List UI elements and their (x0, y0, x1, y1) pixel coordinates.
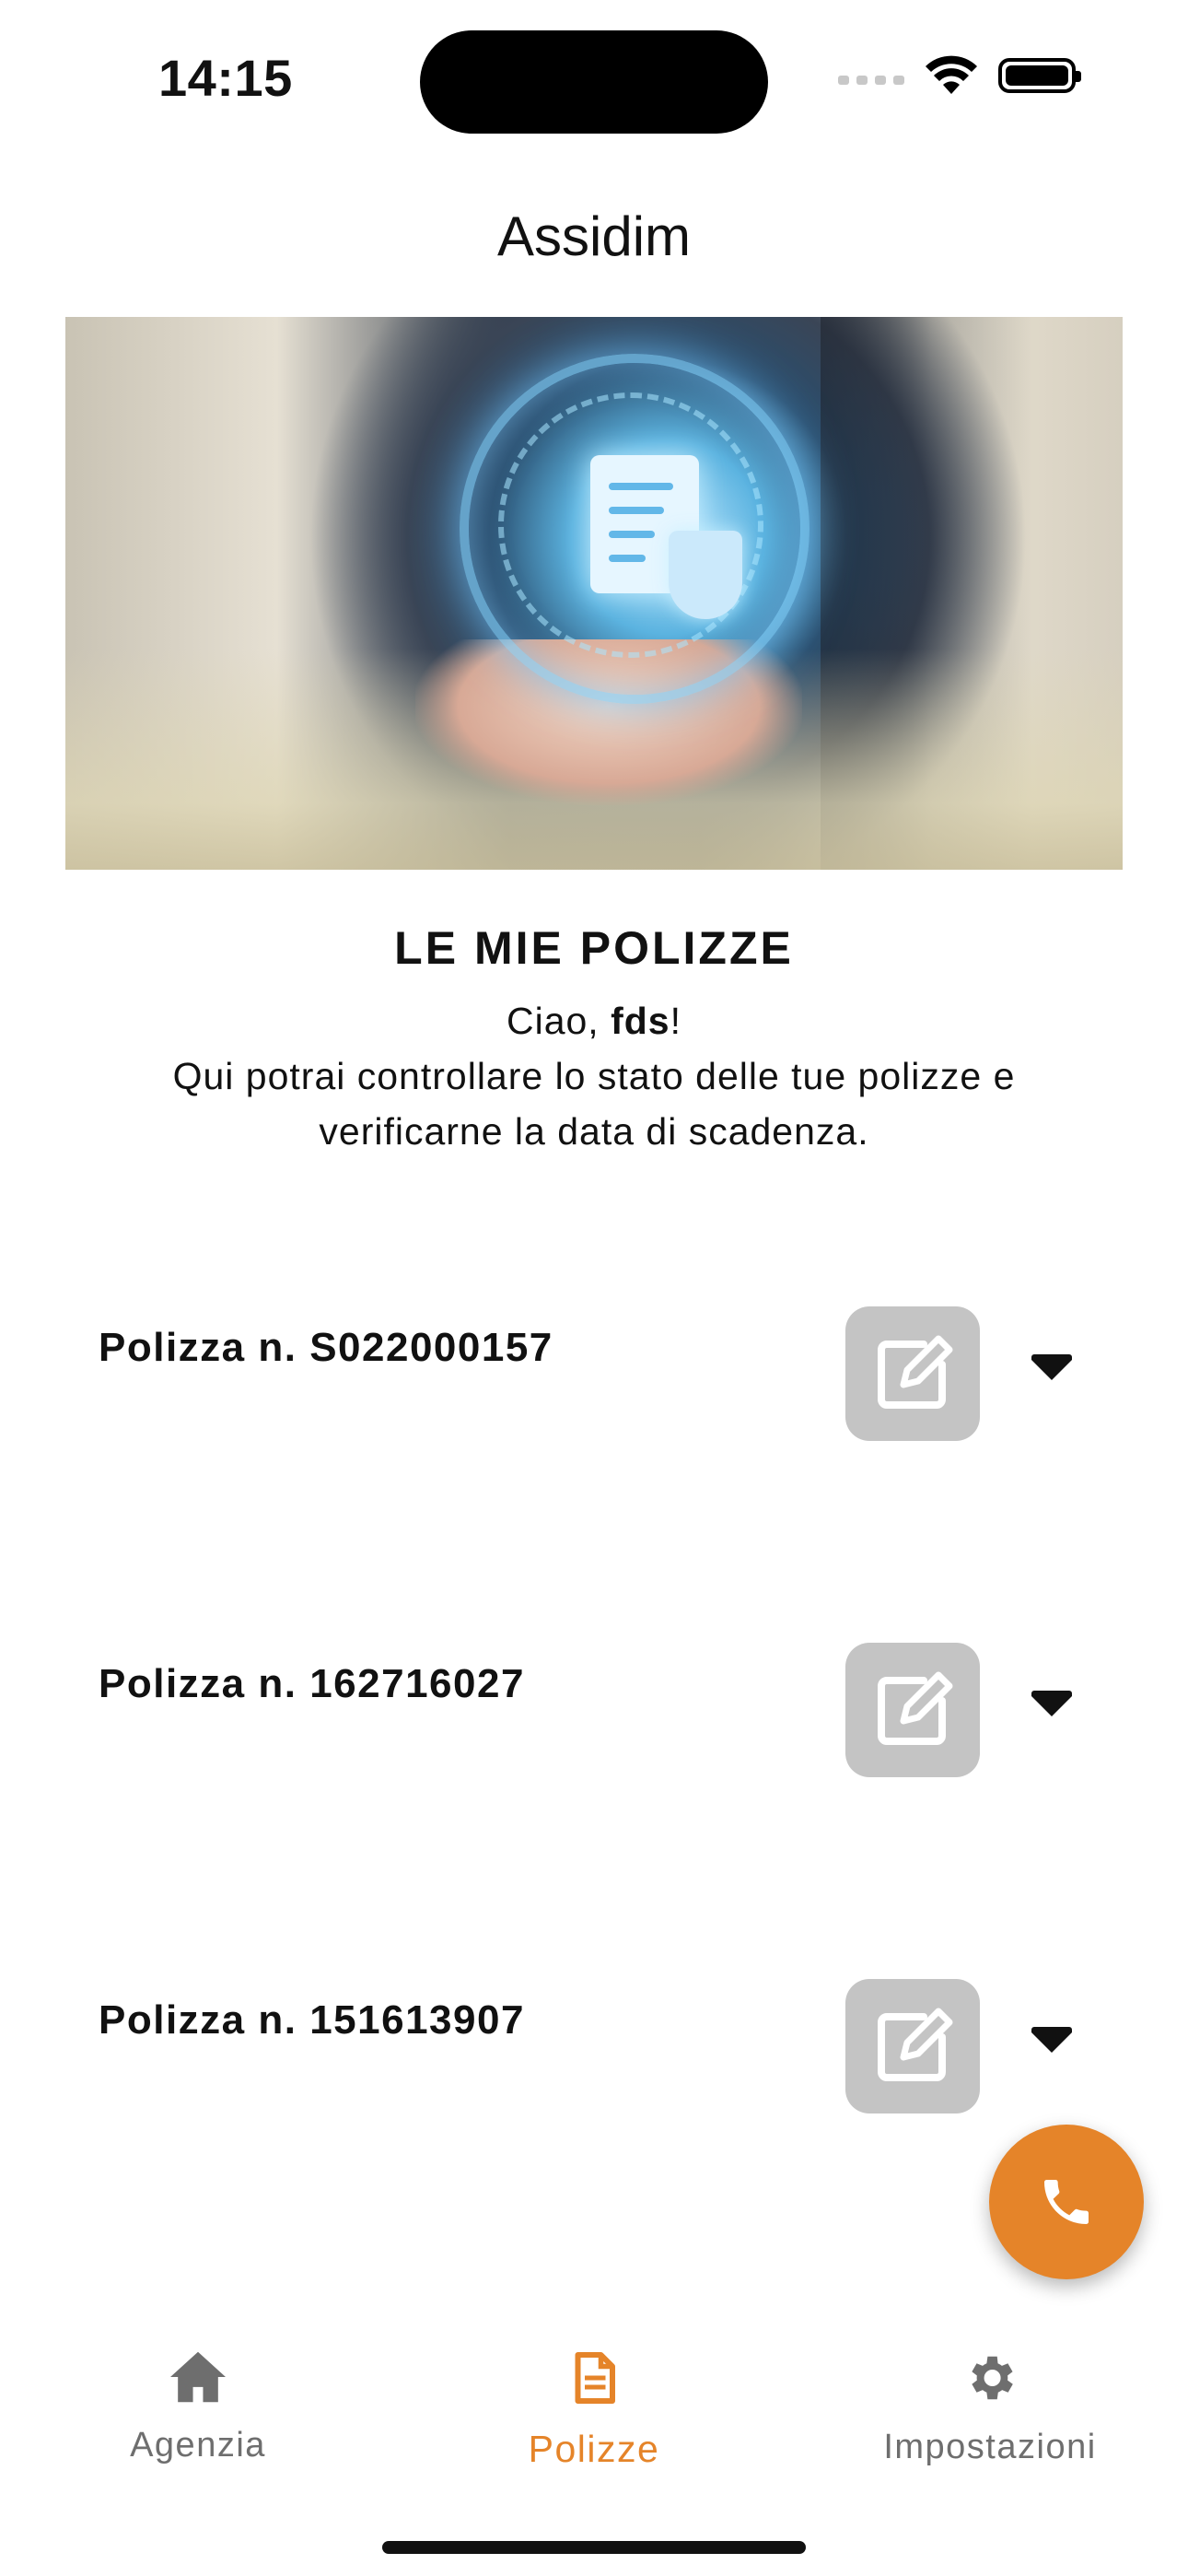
policy-number: Polizza n. 151613907 (99, 1997, 525, 2043)
greeting: Ciao, fds! (111, 993, 1077, 1048)
edit-policy-button[interactable] (845, 1643, 980, 1777)
greeting-prefix: Ciao, (506, 1000, 611, 1042)
intro-text: Ciao, fds! Qui potrai controllare lo sta… (111, 993, 1077, 1159)
status-time: 14:15 (158, 49, 293, 107)
nav-label-impostazioni: Impostazioni (883, 2428, 1097, 2466)
nav-item-polizze[interactable]: Polizze (456, 2349, 732, 2471)
hero-banner-image (65, 317, 1123, 870)
intro-description: Qui potrai controllare lo stato delle tu… (172, 1055, 1016, 1153)
expand-caret-icon[interactable] (1031, 1691, 1072, 1716)
app-title: Assidim (496, 205, 692, 267)
edit-policy-button[interactable] (845, 1306, 980, 1441)
gear-icon (972, 2356, 1013, 2400)
home-icon (170, 2351, 226, 2403)
greeting-suffix: ! (670, 1000, 681, 1042)
bottom-navigation: Agenzia Polizze Impostazioni (0, 2322, 1188, 2488)
edit-policy-button[interactable] (845, 1979, 980, 2113)
policy-number: Polizza n. 162716027 (99, 1661, 525, 1706)
cellular-signal-icon (838, 66, 904, 85)
battery-icon (998, 58, 1081, 93)
user-name: fds (611, 1000, 670, 1042)
document-icon (575, 2352, 615, 2404)
edit-icon (878, 2008, 953, 2081)
wifi-icon (926, 55, 977, 94)
section-title: LE MIE POLIZZE (394, 922, 794, 974)
policy-number: Polizza n. S022000157 (99, 1325, 553, 1370)
policy-item[interactable]: Polizza n. 151613907 (0, 1979, 1188, 2117)
edit-icon (878, 1335, 953, 1409)
call-button[interactable] (989, 2125, 1144, 2279)
home-indicator[interactable] (382, 2541, 806, 2554)
expand-caret-icon[interactable] (1031, 1354, 1072, 1380)
status-icons (838, 55, 1081, 96)
nav-label-agenzia: Agenzia (130, 2426, 266, 2465)
phone-icon (1044, 2180, 1089, 2224)
expand-caret-icon[interactable] (1031, 2027, 1072, 2053)
nav-item-impostazioni[interactable]: Impostazioni (852, 2349, 1128, 2467)
policy-item[interactable]: Polizza n. S022000157 (0, 1306, 1188, 1445)
nav-label-polizze: Polizze (528, 2428, 660, 2470)
shield-illustration (669, 531, 742, 619)
dynamic-island (420, 30, 768, 134)
policy-item[interactable]: Polizza n. 162716027 (0, 1643, 1188, 1781)
nav-item-agenzia[interactable]: Agenzia (60, 2349, 336, 2465)
edit-icon (878, 1671, 953, 1745)
